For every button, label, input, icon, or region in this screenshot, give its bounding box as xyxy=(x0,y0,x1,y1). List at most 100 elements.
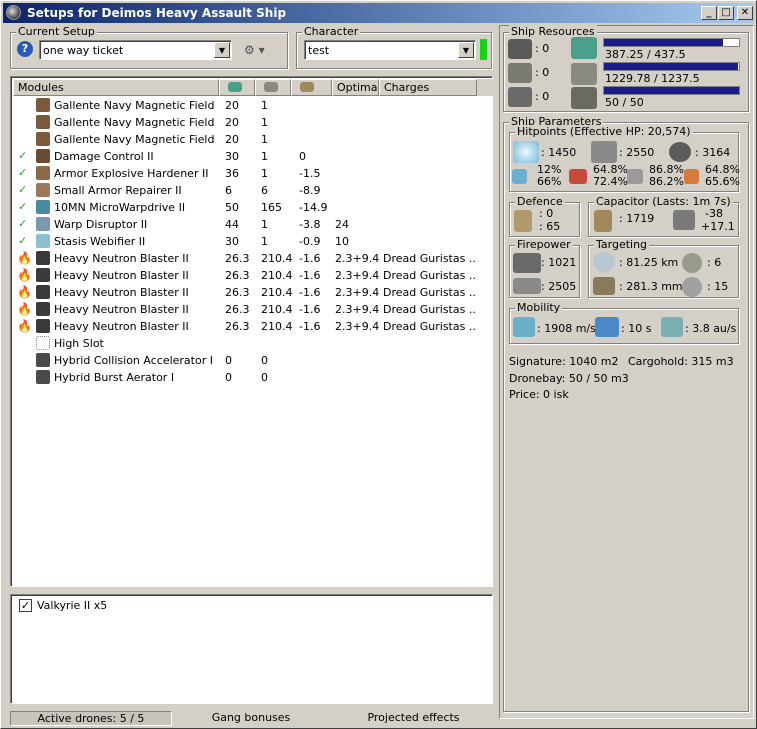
max-targets: : 6 xyxy=(707,256,722,269)
module-pg: 210.4 xyxy=(261,303,293,316)
drones-list[interactable]: ✓ Valkyrie II x5 xyxy=(10,594,493,704)
module-row[interactable]: Hybrid Burst Aerator I 0 0 xyxy=(13,369,493,386)
structure-hp: : 3164 xyxy=(695,146,731,159)
module-row[interactable]: Gallente Navy Magnetic Field St... 20 1 xyxy=(13,97,493,114)
window-title: Setups for Deimos Heavy Assault Ship xyxy=(27,6,287,20)
module-pg: 0 xyxy=(261,371,268,384)
online-check-icon[interactable]: ✓ xyxy=(18,149,27,162)
module-row[interactable]: 🔥 Heavy Neutron Blaster II 26.3 210.4 -1.6 2.… xyxy=(13,318,493,335)
drone-bandwidth-icon xyxy=(571,87,597,109)
online-check-icon[interactable]: ✓ xyxy=(18,200,27,213)
modules-list[interactable]: Modules Optimal Charges Gallente Navy Ma… xyxy=(10,76,493,587)
overheat-icon[interactable]: 🔥 xyxy=(17,302,32,316)
module-row[interactable]: High Slot xyxy=(13,335,493,352)
online-check-icon[interactable]: ✓ xyxy=(18,183,27,196)
module-row[interactable]: 🔥 Heavy Neutron Blaster II 26.3 210.4 -1.6 2.… xyxy=(13,301,493,318)
module-cap: -8.9 xyxy=(299,184,321,197)
defence-value-a: : 0 xyxy=(539,207,554,220)
drone-control-icon xyxy=(508,87,532,107)
setup-select[interactable]: one way ticket ▼ xyxy=(39,40,232,60)
character-select[interactable]: test ▼ xyxy=(304,40,476,60)
header-powergrid[interactable] xyxy=(255,79,291,96)
module-pg: 210.4 xyxy=(261,286,293,299)
armor-hp: : 2550 xyxy=(619,146,655,159)
module-row[interactable]: Gallente Navy Magnetic Field St... 20 1 xyxy=(13,114,493,131)
armor-icon xyxy=(591,141,617,163)
explosive-resist-icon xyxy=(684,169,699,184)
velocity-icon xyxy=(513,317,535,337)
title-bar[interactable]: Setups for Deimos Heavy Assault Ship _ □… xyxy=(3,3,754,23)
chevron-down-icon[interactable]: ▼ xyxy=(214,42,230,58)
module-pg: 1 xyxy=(261,116,268,129)
launcher-hardpoint-icon xyxy=(508,63,532,83)
thermal-resist-icon xyxy=(569,169,587,184)
drone-slots: : 0 xyxy=(535,90,550,103)
online-check-icon[interactable]: ✓ xyxy=(18,217,27,230)
active-drones-tab[interactable]: Active drones: 5 / 5 xyxy=(10,711,172,726)
module-row[interactable]: 🔥 Heavy Neutron Blaster II 26.3 210.4 -1.6 2.… xyxy=(13,250,493,267)
module-row[interactable]: ✓ Armor Explosive Hardener II 36 1 -1.5 xyxy=(13,165,493,182)
minimize-button[interactable]: _ xyxy=(701,6,717,20)
module-cpu: 30 xyxy=(225,150,239,163)
help-icon[interactable]: ? xyxy=(17,41,33,57)
module-row[interactable]: ✓ Damage Control II 30 1 0 xyxy=(13,148,493,165)
module-name: Gallente Navy Magnetic Field St... xyxy=(54,133,217,146)
drone-bandwidth-bar xyxy=(603,86,740,95)
module-optimal: 2.3+9.4 xyxy=(335,269,380,282)
module-icon xyxy=(36,370,50,384)
module-icon xyxy=(36,217,50,231)
firepower-value-b: : 2505 xyxy=(541,280,577,293)
header-capacitor[interactable] xyxy=(291,79,332,96)
module-cpu: 26.3 xyxy=(225,320,250,333)
structure-icon xyxy=(669,142,691,162)
module-optimal: 24 xyxy=(335,218,349,231)
header-optimal[interactable]: Optimal xyxy=(332,79,379,96)
scan-resolution: : 281.3 mm xyxy=(619,280,683,293)
module-name: 10MN MicroWarpdrive II xyxy=(54,201,186,214)
module-row[interactable]: ✓ Stasis Webifier II 30 1 -0.9 10 xyxy=(13,233,493,250)
powergrid-usage: 1229.78 / 1237.5 xyxy=(605,72,700,85)
module-icon xyxy=(36,268,50,282)
setup-tools-icon[interactable]: ⚙ ▾ xyxy=(244,43,265,57)
chevron-down-icon[interactable]: ▼ xyxy=(458,42,474,58)
module-row[interactable]: Hybrid Collision Accelerator I 0 0 xyxy=(13,352,493,369)
module-name: Hybrid Burst Aerator I xyxy=(54,371,175,384)
maximize-button[interactable]: □ xyxy=(718,6,734,20)
projected-effects-tab[interactable]: Projected effects xyxy=(356,711,471,726)
module-pg: 165 xyxy=(261,201,282,214)
module-cpu: 0 xyxy=(225,354,232,367)
module-row[interactable]: 🔥 Heavy Neutron Blaster II 26.3 210.4 -1.6 2.… xyxy=(13,284,493,301)
module-row[interactable]: ✓ 10MN MicroWarpdrive II 50 165 -14.9 xyxy=(13,199,493,216)
module-row[interactable]: 🔥 Heavy Neutron Blaster II 26.3 210.4 -1.6 2.… xyxy=(13,267,493,284)
cargohold: Cargohold: 315 m3 xyxy=(628,355,734,368)
volley-icon xyxy=(513,278,541,294)
gang-bonuses-tab[interactable]: Gang bonuses xyxy=(201,711,301,726)
header-charges[interactable]: Charges xyxy=(379,79,477,96)
sensor-strength-icon xyxy=(682,277,702,297)
module-row[interactable]: Gallente Navy Magnetic Field St... 20 1 xyxy=(13,131,493,148)
module-cpu: 44 xyxy=(225,218,239,231)
defence-value-b: : 65 xyxy=(539,220,561,233)
drone-checkbox[interactable]: ✓ xyxy=(19,599,32,612)
module-optimal: 2.3+9.4 xyxy=(335,320,380,333)
module-pg: 1 xyxy=(261,235,268,248)
powergrid-bar xyxy=(603,62,740,71)
close-button[interactable]: ✕ xyxy=(737,6,753,20)
module-row[interactable]: ✓ Warp Disruptor II 44 1 -3.8 24 xyxy=(13,216,493,233)
overheat-icon[interactable]: 🔥 xyxy=(17,319,32,333)
module-cpu: 26.3 xyxy=(225,252,250,265)
overheat-icon[interactable]: 🔥 xyxy=(17,268,32,282)
drone-label: Valkyrie II x5 xyxy=(37,599,108,612)
align-time-icon xyxy=(595,317,619,337)
online-check-icon[interactable]: ✓ xyxy=(18,166,27,179)
overheat-icon[interactable]: 🔥 xyxy=(17,251,32,265)
module-cap: -1.6 xyxy=(299,286,321,299)
overheat-icon[interactable]: 🔥 xyxy=(17,285,32,299)
app-icon xyxy=(6,5,21,20)
online-check-icon[interactable]: ✓ xyxy=(18,234,27,247)
header-modules[interactable]: Modules xyxy=(13,79,219,96)
powergrid-icon xyxy=(264,82,278,92)
module-row[interactable]: ✓ Small Armor Repairer II 6 6 -8.9 xyxy=(13,182,493,199)
header-cpu[interactable] xyxy=(219,79,255,96)
module-pg: 1 xyxy=(261,167,268,180)
